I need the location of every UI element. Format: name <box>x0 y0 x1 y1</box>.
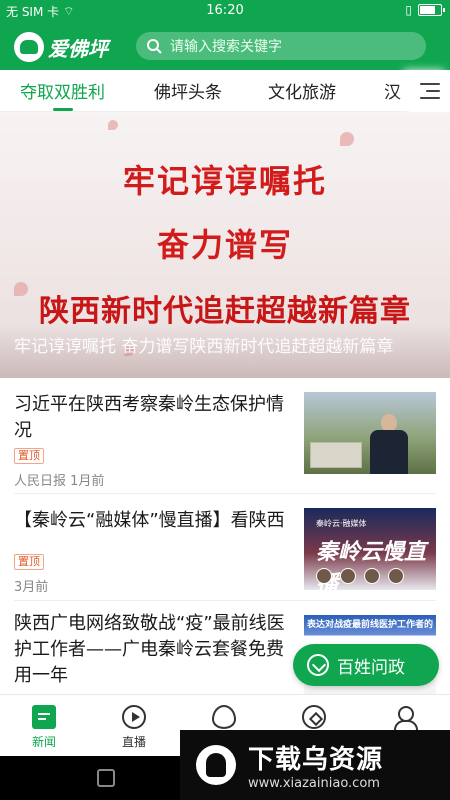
search-icon <box>147 39 162 54</box>
edit-icon <box>307 654 329 676</box>
thumb-small-text: 秦岭云·融媒体 <box>316 519 367 528</box>
app-logo[interactable]: 爱佛坪 <box>14 32 108 62</box>
category-tabs: 夺取双胜利 佛坪头条 文化旅游 汉 <box>0 70 450 112</box>
tab-label: 文化旅游 <box>268 83 336 103</box>
news-item[interactable]: 【秦岭云“融媒体”慢直播】看陕西 置顶 3月前 秦岭云·融媒体 秦岭云慢直播 <box>0 494 450 600</box>
active-tab-indicator <box>52 108 73 111</box>
nav-label: 新闻 <box>31 735 56 749</box>
tab-han[interactable]: 汉 <box>384 78 401 103</box>
news-thumbnail <box>304 392 436 474</box>
status-bar: 无 SIM 卡 ⌔ 16:20 ▯ <box>0 0 450 22</box>
site-watermark: 下载乌资源 www.xiazainiao.com <box>180 730 450 800</box>
vibrate-icon: ▯ <box>405 3 412 17</box>
pinned-tag: 置顶 <box>14 448 44 464</box>
tab-menu-button[interactable] <box>410 70 450 112</box>
tab-foping-headlines[interactable]: 佛坪头条 <box>154 78 222 103</box>
compass-icon <box>302 705 326 729</box>
display-board <box>310 442 362 468</box>
nav-live[interactable]: 直播 <box>104 705 164 750</box>
banner-carousel[interactable]: 牢记谆谆嘱托 奋力谱写 陕西新时代追赶超越新篇章 牢记谆谆嘱托 奋力谱写陕西新时… <box>0 112 450 378</box>
thumb-title: 表达对战疫最前线医护工作者的 <box>306 620 433 630</box>
petal-decoration <box>108 120 118 130</box>
play-icon <box>122 705 146 729</box>
tab-label: 佛坪头条 <box>154 83 222 103</box>
person-figure <box>370 414 408 474</box>
watermark-title: 下载乌资源 <box>248 745 384 775</box>
public-inquiry-button[interactable]: 百姓问政 <box>293 644 439 686</box>
thumb-dot <box>388 568 404 584</box>
nav-label: 直播 <box>121 735 146 749</box>
home-button[interactable] <box>97 769 115 787</box>
tab-label: 夺取双胜利 <box>20 83 105 103</box>
news-thumbnail: 秦岭云·融媒体 秦岭云慢直播 <box>304 508 436 590</box>
thumb-dot <box>340 568 356 584</box>
system-nav-bar <box>0 756 180 800</box>
nav-service[interactable] <box>194 705 254 733</box>
search-bar[interactable] <box>136 32 426 60</box>
news-meta: 人民日报 1月前 <box>14 474 105 489</box>
pinned-tag: 置顶 <box>14 554 44 570</box>
watermark-text: 下载乌资源 www.xiazainiao.com <box>248 739 383 791</box>
app-header: 无 SIM 卡 ⌔ 16:20 ▯ 爱佛坪 <box>0 0 450 70</box>
fab-label: 百姓问政 <box>337 657 405 678</box>
tab-culture-tourism[interactable]: 文化旅游 <box>268 78 336 103</box>
watermark-url: www.xiazainiao.com <box>248 776 380 791</box>
tab-label: 汉 <box>384 83 401 103</box>
banner-caption: 牢记谆谆嘱托 奋力谱写陕西新时代追赶超越新篇章 <box>0 324 450 378</box>
battery-icon <box>418 4 445 16</box>
news-meta: 3月前 <box>14 580 49 595</box>
news-item[interactable]: 习近平在陕西考察秦岭生态保护情况 置顶 人民日报 1月前 <box>0 378 450 494</box>
search-input[interactable] <box>170 38 410 54</box>
tab-fight-double-victory[interactable]: 夺取双胜利 <box>20 78 105 111</box>
nav-discover[interactable] <box>284 705 344 733</box>
news-title: 陕西广电网络致敬战“疫”最前线医护工作者——广电秦岭云套餐免费用一年 <box>14 613 285 686</box>
news-title: 【秦岭云“融媒体”慢直播】看陕西 <box>14 510 285 531</box>
thumb-dot <box>316 568 332 584</box>
logo-mark-icon <box>14 32 44 62</box>
watermark-logo-icon <box>196 745 236 785</box>
petal-decoration <box>340 132 354 146</box>
news-title: 习近平在陕西考察秦岭生态保护情况 <box>14 394 284 441</box>
clock: 16:20 <box>206 3 244 18</box>
status-icons: ▯ <box>405 3 445 17</box>
app-name: 爱佛坪 <box>48 36 108 61</box>
banner-headline-1: 牢记谆谆嘱托 <box>122 162 327 200</box>
service-icon <box>212 705 236 729</box>
menu-icon-line <box>426 90 440 92</box>
battery-fill <box>420 6 436 14</box>
banner-headline-2: 奋力谱写 <box>156 226 293 264</box>
user-icon <box>392 705 418 733</box>
thumb-dot <box>364 568 380 584</box>
menu-icon <box>420 83 440 85</box>
nav-news[interactable]: 新闻 <box>14 705 74 750</box>
nav-profile[interactable] <box>374 705 434 733</box>
news-icon <box>32 705 56 729</box>
menu-icon-line <box>420 97 440 99</box>
